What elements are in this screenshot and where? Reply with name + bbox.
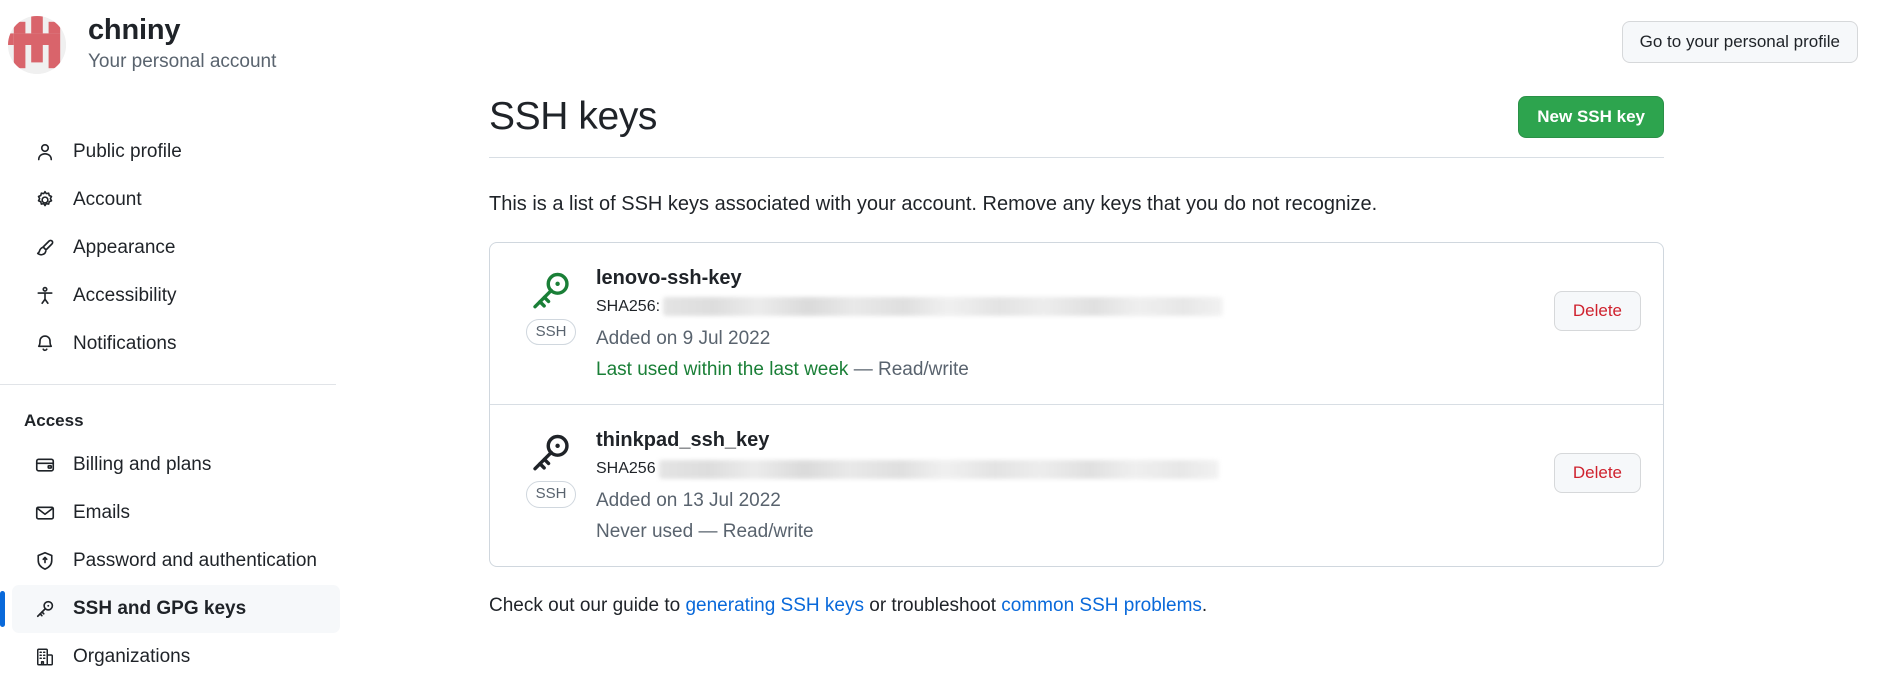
key-action: Delete (1538, 265, 1641, 331)
account-text: chniny Your personal account (88, 14, 276, 76)
account-subtitle: Your personal account (88, 51, 277, 73)
key-info: lenovo-ssh-key SHA256: Added on 9 Jul 20… (588, 265, 1538, 382)
sidebar-item-organizations[interactable]: Organizations (12, 633, 340, 681)
sidebar-item-label: Organizations (73, 646, 191, 667)
sidebar-item-appearance[interactable]: Appearance (12, 224, 340, 272)
sidebar-section-title-access: Access (24, 411, 84, 430)
account-name: chniny (88, 14, 181, 47)
fingerprint-redacted-value (658, 459, 1219, 479)
ssh-key-added-date: Added on 9 Jul 2022 (596, 327, 771, 349)
sidebar-item-billing-and-plans[interactable]: Billing and plans (12, 441, 340, 489)
key-visual: SSH (514, 265, 588, 346)
gear-icon (34, 189, 56, 211)
ssh-key-status: Never used — Read/write (596, 519, 1538, 545)
sidebar-item-label: SSH and GPG keys (73, 598, 247, 619)
sidebar-item-notifications[interactable]: Notifications (12, 320, 340, 368)
delete-ssh-key-button[interactable]: Delete (1553, 453, 1641, 494)
ssh-keys-list: SSH lenovo-ssh-key SHA256: Added on 9 Ju… (489, 241, 1664, 568)
ssh-key-last-used: Never used (596, 520, 694, 542)
footer-text-mid: or troubleshoot (863, 595, 1002, 617)
delete-ssh-key-button[interactable]: Delete (1553, 290, 1641, 331)
paintbrush-icon (34, 237, 56, 259)
person-icon (34, 141, 56, 163)
ssh-key-row: SSH thinkpad_ssh_key SHA256 Added on 13 … (490, 404, 1663, 566)
fingerprint-redacted-value (663, 297, 1224, 317)
shield-lock-icon (34, 550, 56, 572)
page-description: This is a list of SSH keys associated wi… (489, 192, 1378, 215)
footer-text-end: . (1201, 595, 1208, 617)
sidebar-item-password-and-authentication[interactable]: Password and authentication (12, 537, 340, 585)
ssh-key-row: SSH lenovo-ssh-key SHA256: Added on 9 Ju… (490, 243, 1663, 404)
main-content: SSH keys New SSH key This is a list of S… (489, 95, 1664, 620)
avatar[interactable] (8, 16, 66, 74)
key-icon (34, 598, 56, 620)
ssh-key-title: thinkpad_ssh_key (596, 429, 770, 452)
generating-ssh-keys-link[interactable]: generating SSH keys (685, 595, 864, 616)
settings-sidebar: Public profile Account Appearance Access… (0, 128, 420, 681)
organization-icon (34, 646, 56, 668)
footer-help-text: Check out our guide to generating SSH ke… (489, 567, 1664, 620)
sidebar-item-label: Account (73, 189, 142, 210)
ssh-key-fingerprint: SHA256: (596, 296, 1538, 318)
sidebar-item-label: Accessibility (73, 285, 177, 306)
sidebar-item-account[interactable]: Account (12, 176, 340, 224)
sidebar-item-accessibility[interactable]: Accessibility (12, 272, 340, 320)
sidebar-item-label: Emails (73, 502, 131, 523)
settings-page: chniny Your personal account Go to your … (0, 0, 1885, 685)
new-ssh-key-button[interactable]: New SSH key (1518, 96, 1664, 139)
key-icon (529, 269, 573, 313)
key-info: thinkpad_ssh_key SHA256 Added on 13 Jul … (588, 427, 1538, 544)
fingerprint-label: SHA256: (596, 297, 661, 315)
mail-icon (34, 502, 56, 524)
common-ssh-problems-link[interactable]: common SSH problems (1001, 595, 1202, 616)
ssh-badge: SSH (525, 318, 577, 346)
page-title: SSH keys (489, 95, 658, 138)
ssh-key-added-date: Added on 13 Jul 2022 (596, 490, 781, 512)
accessibility-icon (34, 285, 56, 307)
ssh-key-permission: — Read/write (848, 358, 969, 380)
sidebar-item-label: Public profile (73, 141, 182, 162)
sidebar-personal-group: Public profile Account Appearance Access… (0, 128, 420, 681)
ssh-key-title: lenovo-ssh-key (596, 266, 742, 289)
key-visual: SSH (514, 427, 588, 508)
sidebar-item-emails[interactable]: Emails (12, 489, 340, 537)
account-header: chniny Your personal account (0, 0, 420, 90)
sidebar-item-label: Appearance (73, 237, 176, 258)
ssh-key-permission: — Read/write (693, 520, 814, 542)
bell-icon (34, 333, 56, 355)
identicon-avatar (8, 16, 66, 74)
sidebar-item-ssh-and-gpg-keys[interactable]: SSH and GPG keys (0, 585, 340, 633)
sidebar-item-label: Notifications (73, 333, 177, 354)
credit-card-icon (34, 454, 56, 476)
go-to-personal-profile-button[interactable]: Go to your personal profile (1621, 21, 1858, 63)
key-action: Delete (1538, 427, 1641, 494)
ssh-badge: SSH (525, 481, 577, 508)
ssh-key-last-used: Last used within the last week (596, 358, 849, 380)
sidebar-item-label: Billing and plans (73, 454, 212, 475)
footer-text-start: Check out our guide to (489, 595, 686, 617)
page-header: SSH keys New SSH key (489, 95, 1664, 158)
ssh-key-fingerprint: SHA256 (596, 458, 1538, 480)
fingerprint-label: SHA256 (596, 460, 656, 478)
sidebar-item-label: Password and authentication (73, 550, 317, 571)
key-icon (529, 431, 573, 475)
sidebar-item-public-profile[interactable]: Public profile (12, 128, 340, 176)
ssh-key-status: Last used within the last week — Read/wr… (596, 357, 1538, 383)
